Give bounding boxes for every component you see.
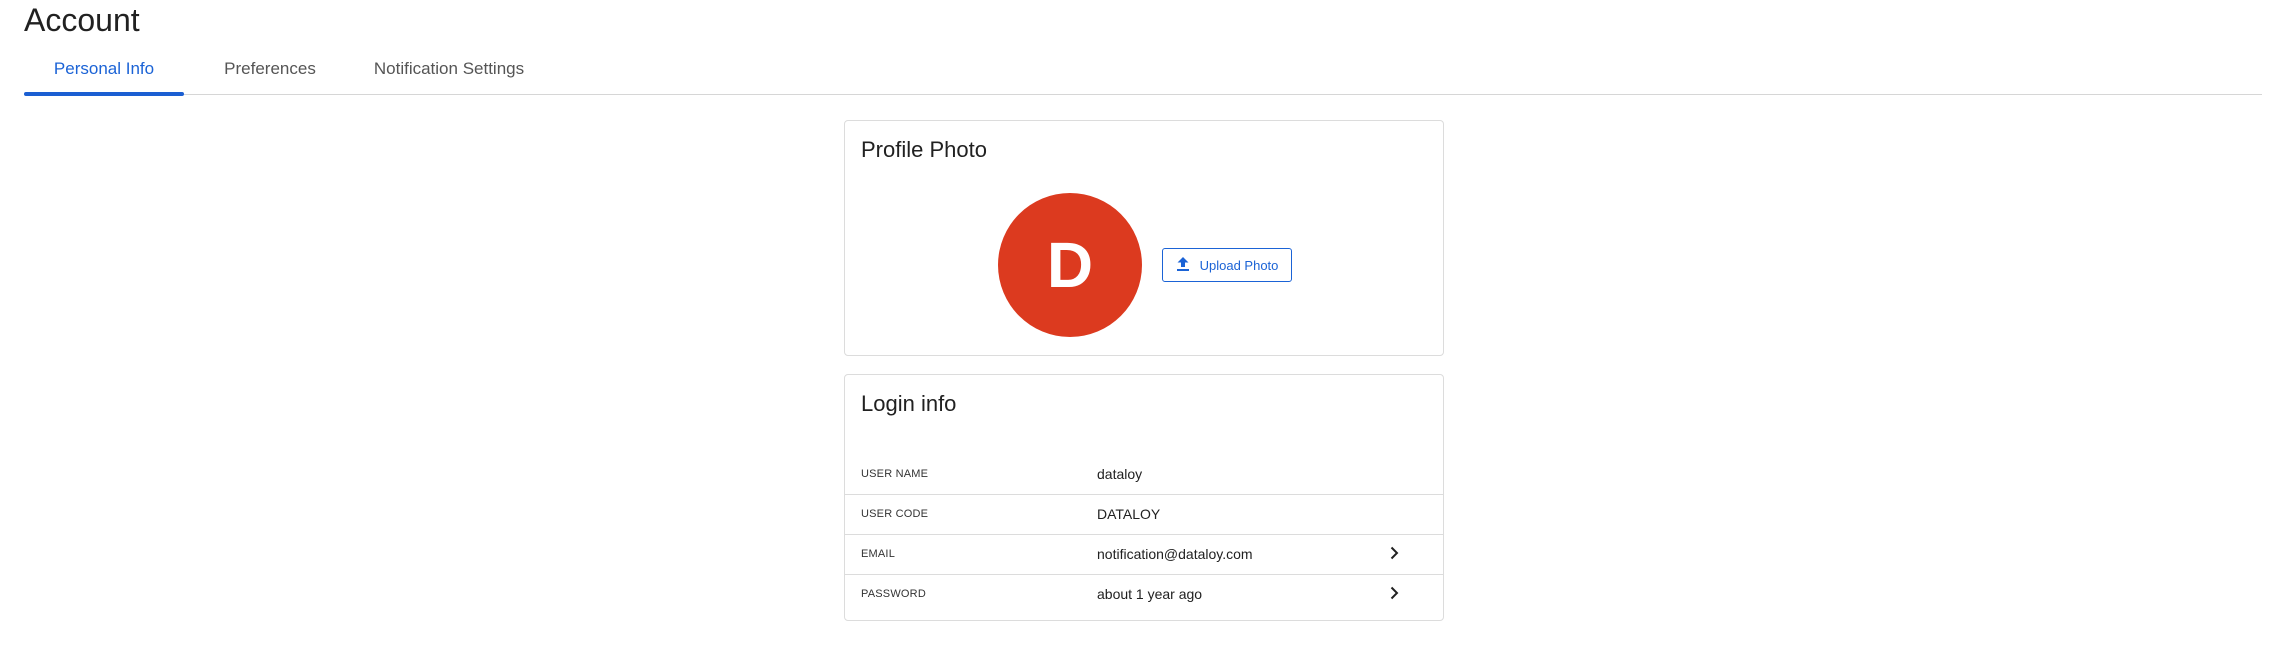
avatar: D bbox=[998, 193, 1142, 337]
page-title: Account bbox=[24, 2, 140, 38]
login-row-email[interactable]: EMAIL notification@dataloy.com bbox=[845, 535, 1443, 575]
row-label: EMAIL bbox=[861, 548, 896, 560]
profile-photo-title: Profile Photo bbox=[861, 137, 987, 162]
row-value: DATALOY bbox=[1097, 506, 1161, 522]
row-label: USER NAME bbox=[861, 468, 929, 480]
tab-bar: Personal Info Preferences Notification S… bbox=[24, 52, 2262, 96]
row-label: PASSWORD bbox=[861, 588, 926, 600]
login-row-password[interactable]: PASSWORD about 1 year ago bbox=[845, 575, 1443, 615]
tab-notification-settings[interactable]: Notification Settings bbox=[354, 52, 544, 95]
tab-personal-info[interactable]: Personal Info bbox=[24, 52, 184, 96]
chevron-right-icon[interactable] bbox=[1385, 584, 1403, 602]
login-info-title: Login info bbox=[861, 391, 957, 416]
login-row-username: USER NAME dataloy bbox=[845, 455, 1443, 495]
chevron-right-icon[interactable] bbox=[1385, 544, 1403, 562]
upload-photo-label: Upload Photo bbox=[1199, 257, 1279, 273]
row-value: notification@dataloy.com bbox=[1097, 546, 1253, 562]
login-info-card: Login info USER NAME dataloy USER CODE D… bbox=[844, 374, 1444, 621]
row-label: USER CODE bbox=[861, 508, 929, 520]
avatar-initial: D bbox=[1046, 229, 1094, 301]
profile-photo-card: Profile Photo D Upload Photo bbox=[844, 120, 1444, 356]
tab-preferences[interactable]: Preferences bbox=[200, 52, 340, 95]
upload-photo-button[interactable]: Upload Photo bbox=[1162, 248, 1292, 282]
row-value: dataloy bbox=[1097, 466, 1143, 482]
login-row-usercode: USER CODE DATALOY bbox=[845, 495, 1443, 535]
row-value: about 1 year ago bbox=[1097, 586, 1203, 602]
upload-icon bbox=[1176, 256, 1190, 275]
